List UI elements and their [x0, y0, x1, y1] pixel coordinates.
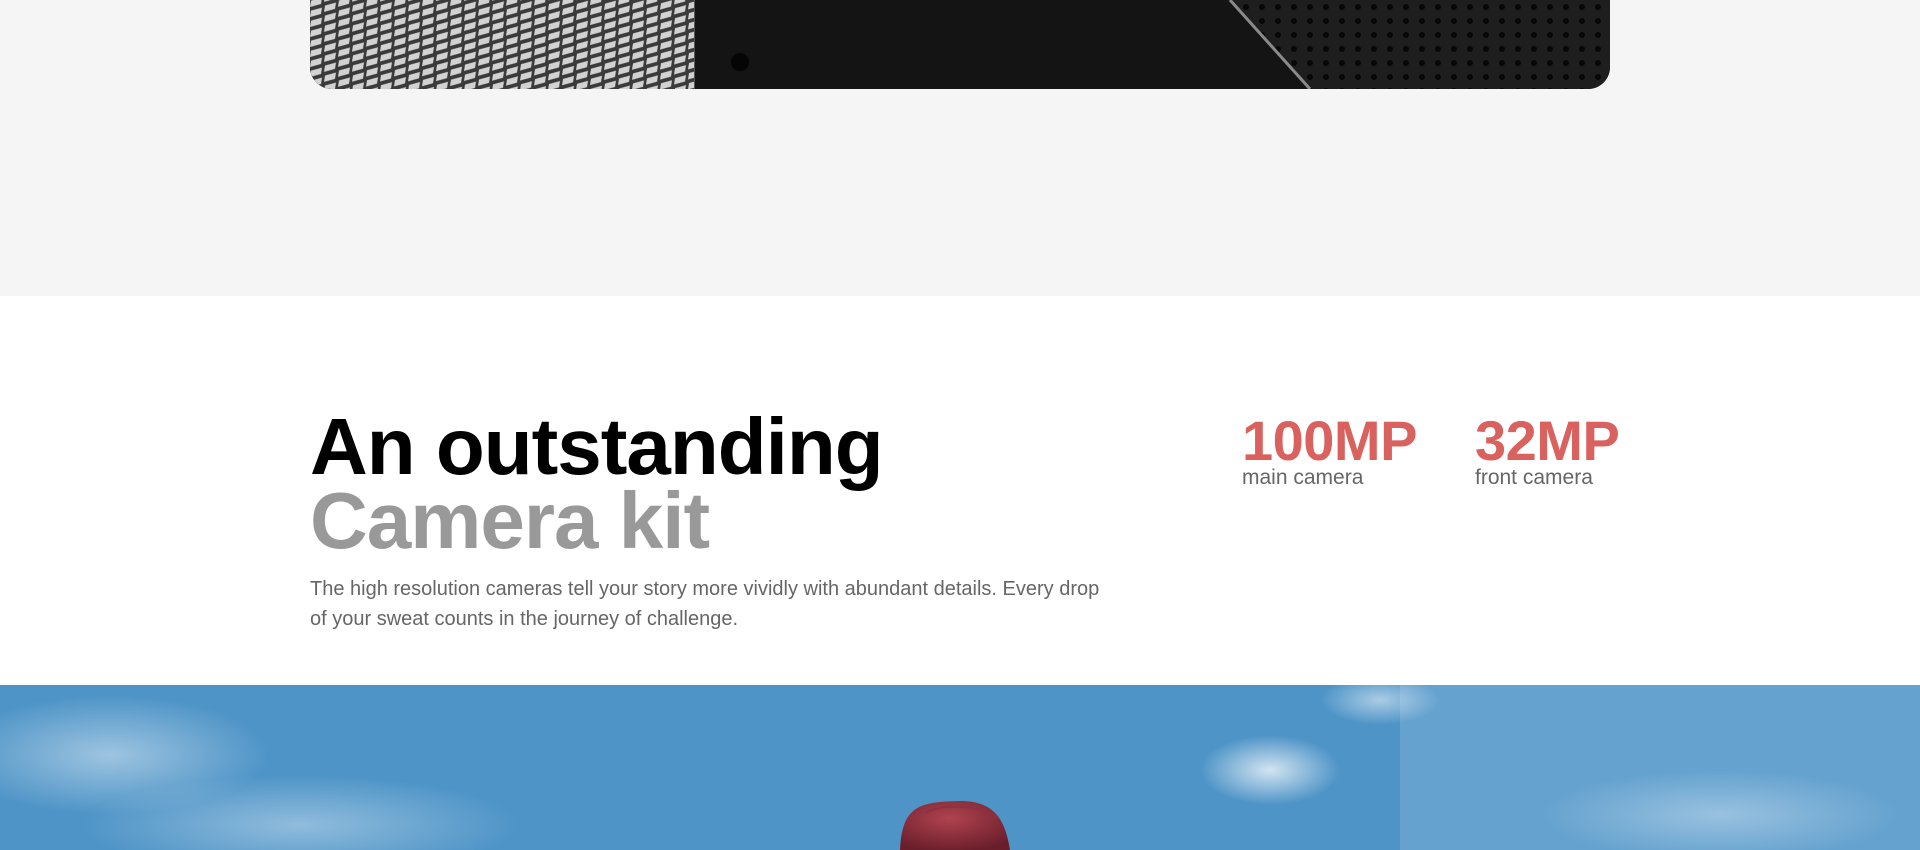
- section-headline: An outstanding Camera kit: [310, 402, 884, 565]
- headline-line-primary: An outstanding: [310, 402, 884, 491]
- sky-hero-photo: [0, 685, 1920, 850]
- spec-value: 32MP: [1475, 409, 1620, 472]
- camera-kit-section: An outstanding Camera kit The high resol…: [0, 296, 1920, 685]
- architecture-photo: [310, 0, 1610, 89]
- spec-front-camera: 32MP front camera: [1475, 409, 1620, 490]
- section-description: The high resolution cameras tell your st…: [310, 578, 1100, 630]
- page: An outstanding Camera kit The high resol…: [0, 0, 1920, 850]
- spec-value: 100MP: [1242, 409, 1417, 472]
- gallery-band: [0, 0, 1920, 296]
- spec-main-camera: 100MP main camera: [1242, 410, 1417, 490]
- headline-line-secondary: Camera kit: [310, 476, 710, 565]
